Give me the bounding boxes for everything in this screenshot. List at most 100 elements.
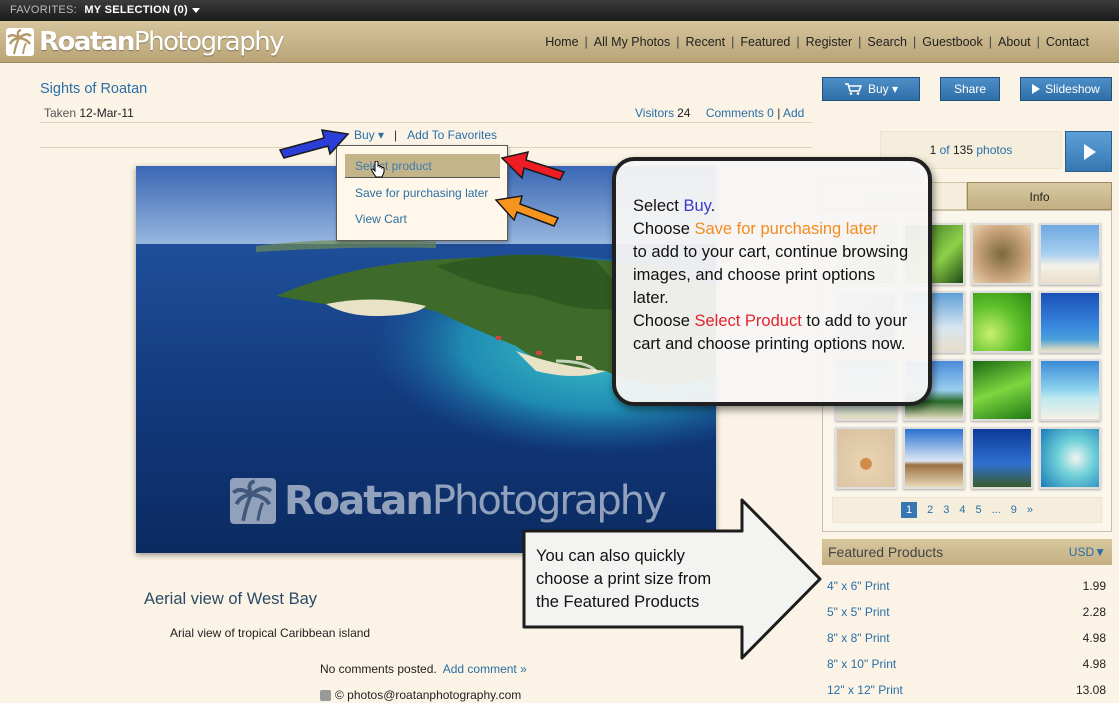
logo-text-thin: Photography xyxy=(133,27,285,57)
thumbnail[interactable] xyxy=(1039,291,1101,353)
product-row[interactable]: 5" x 5" Print 2.28 xyxy=(822,599,1112,625)
my-selection-dropdown[interactable]: MY SELECTION (0) xyxy=(84,4,188,16)
featured-products-header: Featured Products USD▼ xyxy=(822,539,1112,565)
product-label[interactable]: 4" x 6" Print xyxy=(827,579,890,593)
arrow-callout-text: You can also quickly choose a print size… xyxy=(536,547,712,611)
gallery-title[interactable]: Sights of Roatan xyxy=(40,81,147,97)
buy-bar: Buy ▾ | Add To Favorites xyxy=(354,128,497,142)
nav-recent[interactable]: Recent xyxy=(685,35,725,49)
callout-text: Select xyxy=(633,197,684,215)
page-next[interactable]: » xyxy=(1027,498,1033,522)
page-5[interactable]: 5 xyxy=(975,498,981,522)
callout-text: Choose xyxy=(633,220,695,238)
thumbnail[interactable] xyxy=(1039,427,1101,489)
thumbnail[interactable] xyxy=(835,427,897,489)
add-to-favorites-link[interactable]: Add To Favorites xyxy=(407,128,497,142)
callout-text: . xyxy=(710,197,716,215)
share-button[interactable]: Share xyxy=(940,77,1000,101)
play-icon xyxy=(1032,84,1041,94)
counter-total: 135 xyxy=(952,143,974,157)
palm-tree-icon xyxy=(230,478,276,524)
nav-all-my-photos[interactable]: All My Photos xyxy=(594,35,670,49)
page-ellipsis: ... xyxy=(991,504,1001,516)
thumbnail[interactable] xyxy=(971,291,1033,353)
copyright-text: © photos@roatanphotography.com xyxy=(335,688,522,702)
site-header: RoatanPhotography Home | All My Photos | R… xyxy=(0,21,1119,63)
product-row[interactable]: 4" x 6" Print 1.99 xyxy=(822,573,1112,599)
favorites-label: FAVORITES: xyxy=(10,4,77,16)
copyright: © photos@roatanphotography.com xyxy=(320,688,521,702)
product-row[interactable]: 8" x 8" Print 4.98 xyxy=(822,625,1112,651)
comments-link[interactable]: Comments 0 xyxy=(706,106,774,120)
slideshow-label: Slideshow xyxy=(1045,82,1100,96)
instruction-callout: Select Buy. Choose Save for purchasing l… xyxy=(612,157,932,406)
buy-dropdown-menu: Select product Save for purchasing later… xyxy=(336,145,508,241)
photo-description: Arial view of tropical Caribbean island xyxy=(170,626,371,640)
product-price: 1.99 xyxy=(1082,579,1106,593)
blue-arrow-icon xyxy=(278,129,350,159)
buy-button[interactable]: Buy ▾ xyxy=(822,77,920,101)
nav-featured[interactable]: Featured xyxy=(740,35,790,49)
nav-home[interactable]: Home xyxy=(545,35,578,49)
product-price: 2.28 xyxy=(1082,605,1106,619)
thumbnail[interactable] xyxy=(971,427,1033,489)
no-comments-text: No comments posted. xyxy=(320,662,437,676)
counter-current: 1 xyxy=(929,143,937,157)
menu-item-select-product[interactable]: Select product xyxy=(345,154,500,178)
orange-arrow-icon xyxy=(494,195,560,227)
nav-search[interactable]: Search xyxy=(867,35,907,49)
page-1[interactable]: 1 xyxy=(900,502,918,518)
product-price: 4.98 xyxy=(1082,631,1106,645)
product-row[interactable]: 12" x 12" Print 13.08 xyxy=(822,677,1112,703)
add-comment-link[interactable]: Add xyxy=(783,106,804,120)
nav-about[interactable]: About xyxy=(998,35,1031,49)
menu-item-save-for-later[interactable]: Save for purchasing later xyxy=(345,181,500,205)
product-label[interactable]: 8" x 8" Print xyxy=(827,631,890,645)
nav-register[interactable]: Register xyxy=(806,35,853,49)
taken-date: Taken 12-Mar-11 xyxy=(44,106,134,120)
nav-contact[interactable]: Contact xyxy=(1046,35,1089,49)
thumbnail[interactable] xyxy=(971,223,1033,285)
callout-highlight-buy: Buy xyxy=(683,197,711,215)
menu-item-view-cart[interactable]: View Cart xyxy=(345,207,500,231)
site-logo[interactable]: RoatanPhotography xyxy=(6,27,285,57)
product-label[interactable]: 8" x 10" Print xyxy=(827,657,896,671)
thumbnail[interactable] xyxy=(1039,359,1101,421)
comments-section: No comments posted. Add comment » xyxy=(320,662,527,676)
product-label[interactable]: 5" x 5" Print xyxy=(827,605,890,619)
product-label[interactable]: 12" x 12" Print xyxy=(827,683,903,697)
page-4[interactable]: 4 xyxy=(959,498,965,522)
page-3[interactable]: 3 xyxy=(943,498,949,522)
logo-text-bold: Roatan xyxy=(39,27,135,57)
product-row[interactable]: 8" x 10" Print 4.98 xyxy=(822,651,1112,677)
page-9[interactable]: 9 xyxy=(1011,498,1017,522)
product-price: 4.98 xyxy=(1082,657,1106,671)
chevron-down-icon[interactable] xyxy=(191,7,200,13)
taken-label: Taken xyxy=(44,106,77,120)
photo-caption: Aerial view of West Bay xyxy=(144,590,318,608)
currency-selector[interactable]: USD▼ xyxy=(1069,539,1106,565)
hand-cursor-icon xyxy=(371,161,385,178)
counter-unit: photos xyxy=(976,143,1013,157)
nav-guestbook[interactable]: Guestbook xyxy=(922,35,982,49)
callout-highlight-save: Save for purchasing later xyxy=(694,220,878,238)
rss-icon[interactable] xyxy=(320,689,331,701)
main-nav: Home | All My Photos | Recent | Featured | R… xyxy=(545,35,1089,49)
palm-tree-icon xyxy=(6,28,34,56)
thumbnail[interactable] xyxy=(971,359,1033,421)
callout-highlight-select: Select Product xyxy=(694,312,802,330)
page-2[interactable]: 2 xyxy=(927,498,933,522)
thumbnail[interactable] xyxy=(1039,223,1101,285)
thumbnail-pager: 1 2 3 4 5... 9 » xyxy=(832,497,1102,523)
slideshow-button[interactable]: Slideshow xyxy=(1020,77,1112,101)
favorites-bar: FAVORITES: MY SELECTION (0) xyxy=(0,0,1119,21)
thumbnail[interactable] xyxy=(903,427,965,489)
visitors-label: Visitors xyxy=(635,106,675,120)
tab-info[interactable]: Info xyxy=(967,182,1112,210)
buy-link[interactable]: Buy ▾ xyxy=(354,128,384,142)
next-photo-button[interactable] xyxy=(1065,131,1112,172)
add-comment-button[interactable]: Add comment » xyxy=(443,662,527,676)
photo-stats: Visitors 24 Comments 0 | Add xyxy=(635,106,805,120)
visitors-count: 24 xyxy=(677,106,691,120)
product-price: 13.08 xyxy=(1075,683,1106,697)
